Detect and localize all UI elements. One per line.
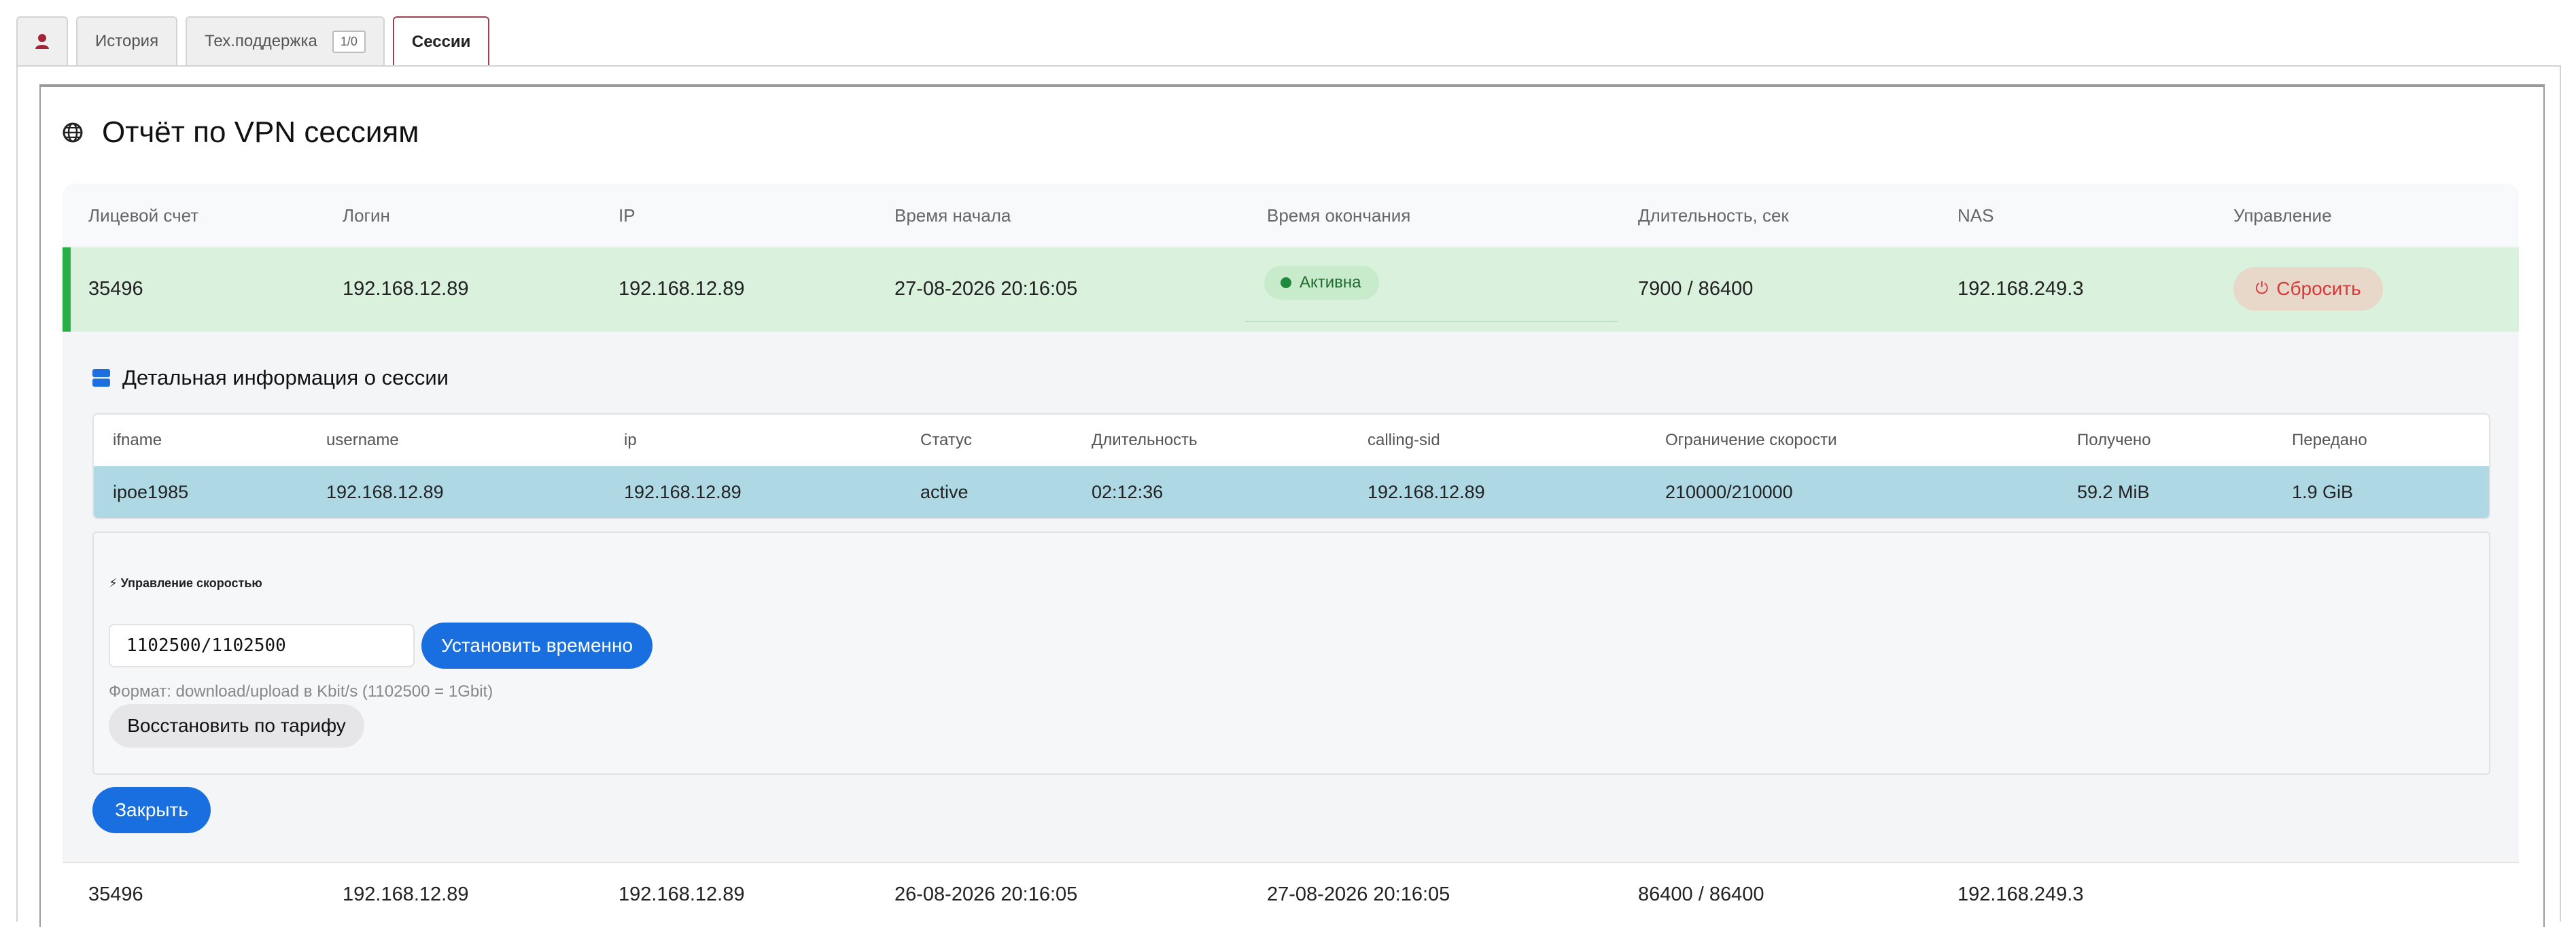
dcol-status: Статус bbox=[920, 431, 972, 449]
cell-duration: 86400 / 86400 bbox=[1638, 884, 1764, 905]
cell-nas: 192.168.249.3 bbox=[1957, 278, 2084, 300]
page-title: Отчёт по VPN сессиям bbox=[102, 116, 419, 149]
col-actions: Управление bbox=[2233, 205, 2332, 226]
cell-start: 27-08-2026 20:16:05 bbox=[894, 278, 1078, 300]
tab-user[interactable] bbox=[16, 16, 68, 65]
dcell-sent: 1.9 GiB bbox=[2292, 482, 2354, 502]
dcol-sent: Передано bbox=[2292, 431, 2367, 449]
col-nas: NAS bbox=[1957, 205, 1994, 226]
cell-ip: 192.168.12.89 bbox=[619, 884, 745, 905]
cell-login: 192.168.12.89 bbox=[343, 278, 469, 300]
set-temporary-button[interactable]: Установить временно bbox=[421, 623, 652, 669]
details-table bbox=[92, 413, 2490, 519]
dcol-calling-sid: calling-sid bbox=[1368, 431, 1440, 449]
cell-login: 192.168.12.89 bbox=[343, 884, 469, 905]
col-account: Лицевой счет bbox=[88, 205, 199, 226]
dcell-duration: 02:12:36 bbox=[1092, 482, 1164, 502]
cell-nas: 192.168.249.3 bbox=[1957, 884, 2084, 905]
dcol-ip: ip bbox=[624, 431, 637, 449]
tab-sessions-label: Сессии bbox=[411, 33, 471, 51]
col-end: Время окончания bbox=[1267, 205, 1411, 226]
dcell-ifname: ipoe1985 bbox=[113, 482, 189, 502]
page-header: Отчёт по VPN сессиям bbox=[63, 116, 419, 150]
col-login: Логин bbox=[343, 205, 390, 226]
cell-end: 27-08-2026 20:16:05 bbox=[1267, 884, 1450, 905]
user-icon bbox=[35, 34, 49, 49]
cell-account: 35496 bbox=[88, 884, 143, 905]
format-hint: Формат: download/upload в Kbit/s (110250… bbox=[109, 682, 493, 701]
dcol-speed-limit: Ограничение скорости bbox=[1665, 431, 1837, 449]
status-label: Активна bbox=[1300, 273, 1361, 292]
dcell-ip: 192.168.12.89 bbox=[624, 482, 742, 502]
reset-session-button[interactable]: ⏻ Сбросить bbox=[2233, 267, 2383, 311]
dcell-calling-sid: 192.168.12.89 bbox=[1368, 482, 1485, 502]
tab-sessions[interactable]: Сессии bbox=[392, 16, 490, 67]
speed-control-title: ⚡ Управление скоростью bbox=[109, 576, 262, 590]
status-dot-icon bbox=[1281, 277, 1291, 288]
cell-start: 26-08-2026 20:16:05 bbox=[894, 884, 1078, 905]
cell-account: 35496 bbox=[88, 278, 143, 300]
globe-icon bbox=[63, 122, 83, 143]
power-icon: ⏻ bbox=[2255, 279, 2269, 298]
reset-label: Сбросить bbox=[2276, 278, 2361, 299]
cell-ip: 192.168.12.89 bbox=[619, 278, 745, 300]
tab-support[interactable]: Тех.поддержка 1/0 bbox=[186, 16, 385, 65]
status-badge: Активна bbox=[1264, 266, 1379, 300]
tab-history[interactable]: История bbox=[76, 16, 178, 65]
col-ip: IP bbox=[619, 205, 636, 226]
cell-duration: 7900 / 86400 bbox=[1638, 278, 1754, 300]
details-title: Детальная информация о сессии bbox=[122, 366, 449, 389]
dcol-received: Получено bbox=[2077, 431, 2151, 449]
details-header: Детальная информация о сессии bbox=[92, 366, 449, 390]
tab-history-label: История bbox=[95, 32, 159, 50]
support-count-badge: 1/0 bbox=[332, 30, 366, 53]
dcell-status: active bbox=[920, 482, 969, 502]
dcell-username: 192.168.12.89 bbox=[326, 482, 444, 502]
dcol-ifname: ifname bbox=[113, 431, 162, 449]
dcell-received: 59.2 MiB bbox=[2077, 482, 2150, 502]
server-icon bbox=[92, 369, 110, 387]
col-start: Время начала bbox=[894, 205, 1011, 226]
close-button[interactable]: Закрыть bbox=[92, 787, 211, 833]
restore-tariff-button[interactable]: Восстановить по тарифу bbox=[109, 704, 364, 748]
dcol-duration: Длительность bbox=[1092, 431, 1198, 449]
col-duration: Длительность, сек bbox=[1638, 205, 1789, 226]
tab-support-label: Тех.поддержка bbox=[205, 32, 317, 50]
speed-input[interactable] bbox=[109, 624, 415, 667]
dcol-username: username bbox=[326, 431, 399, 449]
dcell-speed-limit: 210000/210000 bbox=[1665, 482, 1793, 502]
tab-bar: История Тех.поддержка 1/0 Сессии bbox=[16, 16, 490, 67]
